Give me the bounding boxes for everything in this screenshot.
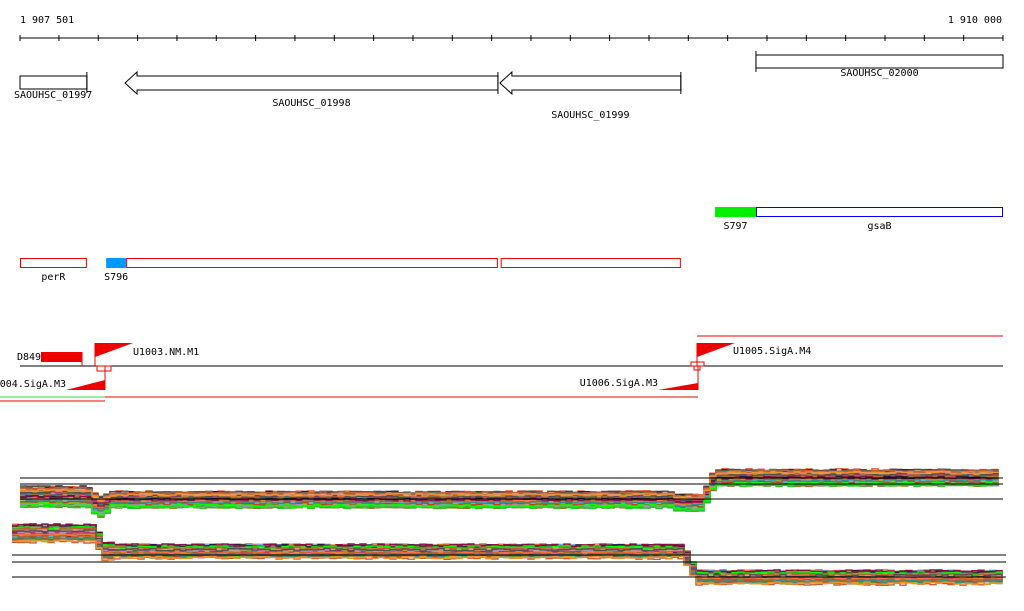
ruler-end-label: 1 910 000 — [948, 15, 1002, 26]
expression-panel-plus-strand — [20, 468, 1003, 518]
genome-browser-canvas: 1 907 501 1 910 000 SAOUHSC_01997SAOUHSC… — [0, 15, 1006, 586]
transcript-label: S796 — [104, 272, 128, 283]
promoter-u1005[interactable]: U1005.SigA.M4 — [696, 343, 811, 366]
promoter-u1003[interactable]: U1003.NM.M1 — [94, 343, 199, 366]
transcript-box — [755, 207, 1004, 217]
transcript-gsab[interactable]: gsaB — [755, 207, 1004, 233]
promoter-marker — [693, 365, 701, 371]
transcript-box — [126, 258, 498, 268]
promoter-label: U1004.SigA.M3 — [0, 379, 66, 390]
transcript-track-lower: perR S796 — [20, 258, 681, 284]
gene-saouhsc_02000[interactable]: SAOUHSC_02000 — [755, 51, 1004, 79]
expression-panel-minus-strand — [12, 523, 1006, 586]
gene-box — [755, 54, 1004, 69]
gene-label: SAOUHSC_01999 — [551, 110, 629, 121]
gene-box — [19, 75, 88, 90]
transcript-s796[interactable]: S796 — [104, 258, 128, 284]
terminator-d849[interactable] — [41, 352, 82, 362]
regulatory-feature-track: D849 U1003.NM.M1 U1004.SigA.M3 U1005.Sig… — [0, 335, 1003, 402]
transcript-segment[interactable] — [126, 258, 498, 268]
promoter-label: U1005.SigA.M4 — [733, 346, 811, 357]
transcript-box — [106, 258, 127, 268]
promoter-u1004[interactable]: U1004.SigA.M3 — [0, 366, 106, 390]
transcript-box — [20, 258, 87, 268]
gene-arrow — [499, 70, 682, 96]
promoter-marker — [96, 365, 112, 372]
gene-track: SAOUHSC_01997 SAOUHSC_01998 SAOUHSC_01999 S… — [14, 51, 1004, 121]
transcript-label: S797 — [723, 221, 747, 232]
transcript-label: gsaB — [867, 221, 891, 232]
promoter-arrow-icon — [66, 380, 105, 390]
transcript-s797[interactable]: S797 — [715, 207, 756, 233]
gene-label: SAOUHSC_02000 — [840, 68, 918, 79]
gene-saouhsc_01999[interactable]: SAOUHSC_01999 — [499, 70, 682, 121]
transcript-track-upper: S797 gsaB — [715, 207, 1004, 233]
transcript-box — [715, 207, 756, 217]
terminator-label: D849 — [17, 352, 41, 363]
promoter-u1006[interactable]: U1006.SigA.M3 — [580, 366, 699, 390]
gene-label: SAOUHSC_01997 — [14, 90, 92, 101]
ruler-start-label: 1 907 501 — [20, 15, 74, 26]
promoter-label: U1003.NM.M1 — [133, 347, 199, 358]
gene-saouhsc_01998[interactable]: SAOUHSC_01998 — [124, 70, 499, 109]
gene-arrow — [124, 70, 499, 96]
gene-saouhsc_01997[interactable]: SAOUHSC_01997 — [14, 72, 92, 101]
transcript-perr[interactable]: perR — [20, 258, 87, 284]
promoter-arrow-icon — [658, 383, 698, 390]
gene-label: SAOUHSC_01998 — [272, 98, 350, 109]
coordinate-ruler: 1 907 501 1 910 000 — [19, 15, 1004, 41]
transcript-label: perR — [41, 272, 66, 283]
transcript-box — [500, 258, 681, 268]
promoter-label: U1006.SigA.M3 — [580, 378, 658, 389]
promoter-arrow-icon — [697, 343, 735, 357]
promoter-arrow-icon — [95, 343, 133, 357]
transcript-segment[interactable] — [500, 258, 681, 268]
